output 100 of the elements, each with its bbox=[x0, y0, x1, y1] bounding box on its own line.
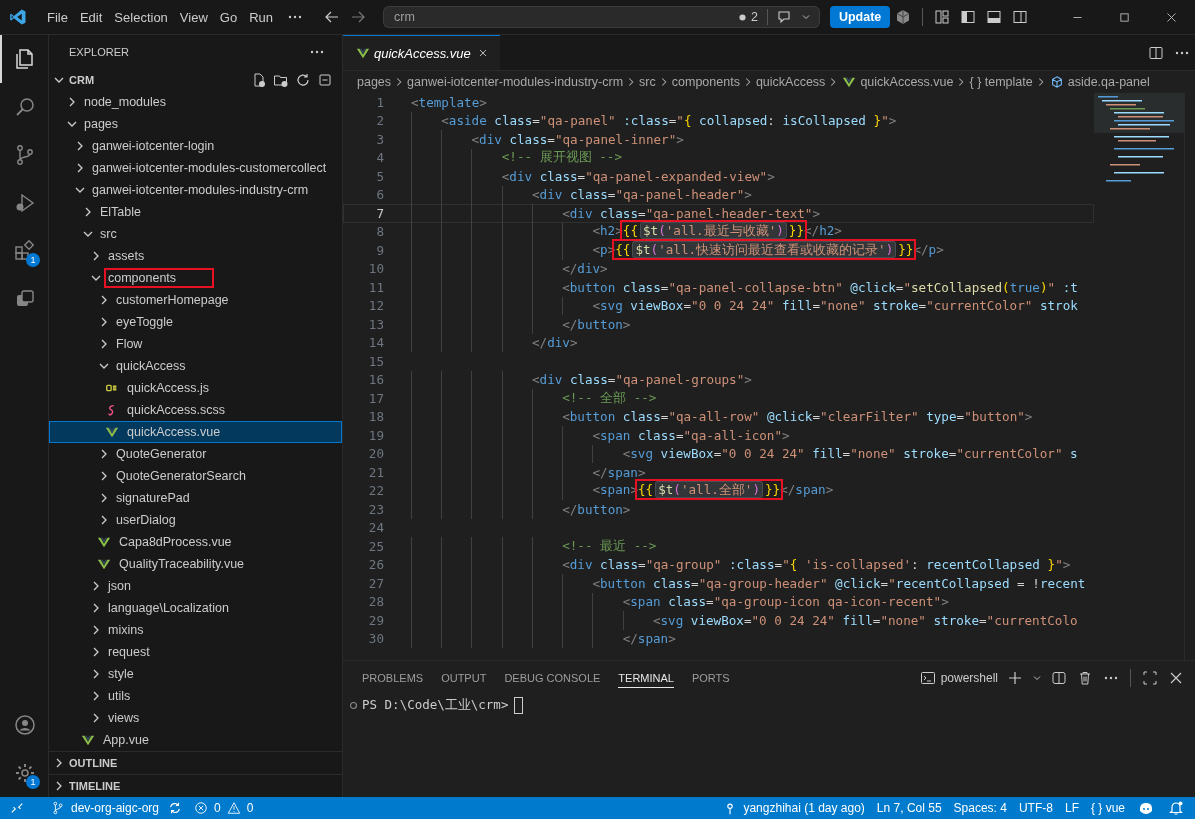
maximize-icon[interactable] bbox=[1118, 10, 1131, 24]
sync-icon[interactable] bbox=[168, 801, 183, 815]
tree-item[interactable]: eyeToggle bbox=[49, 311, 342, 333]
menu-item[interactable]: Selection bbox=[108, 6, 174, 28]
refresh-icon[interactable] bbox=[295, 72, 311, 88]
error-icon[interactable] bbox=[194, 801, 209, 815]
line-number: 14 bbox=[367, 335, 384, 351]
status-item[interactable]: { } vue bbox=[1084, 801, 1131, 815]
sidebar-toggle-icon[interactable] bbox=[960, 9, 977, 25]
terminal-name[interactable]: powershell bbox=[940, 671, 998, 685]
update-button[interactable]: Update bbox=[829, 6, 891, 28]
code-line: <div class="qa-group" :class="{ 'is-collapsed': recentCollapsed }"> bbox=[562, 557, 1071, 573]
tree-item[interactable]: language\Localization bbox=[49, 597, 342, 619]
remote-icon[interactable] bbox=[10, 801, 24, 815]
tree-item[interactable]: QuoteGenerator bbox=[49, 443, 342, 465]
status-item[interactable]: LF bbox=[1058, 801, 1085, 815]
tree-item[interactable]: quickAccess bbox=[49, 355, 342, 377]
layout-icon[interactable] bbox=[934, 9, 951, 25]
tree-item[interactable]: ganwei-iotcenter-modules-industry-crm bbox=[49, 179, 342, 201]
tree-item[interactable]: json bbox=[49, 575, 342, 597]
menu-item[interactable]: Edit bbox=[73, 6, 109, 28]
status-item[interactable]: UTF-8 bbox=[1012, 801, 1059, 815]
breadcrumb-item[interactable]: { } template bbox=[969, 75, 1033, 89]
command-center[interactable]: crm bbox=[383, 6, 735, 28]
changes-count[interactable]: 2 bbox=[751, 10, 758, 24]
tree-item[interactable]: App.vue bbox=[49, 729, 342, 751]
tree-item[interactable]: userDialog bbox=[49, 509, 342, 531]
copilot-icon[interactable] bbox=[1138, 800, 1154, 816]
close-icon[interactable] bbox=[1165, 10, 1178, 24]
error-count[interactable]: 0 bbox=[214, 801, 221, 815]
maximize-panel-icon[interactable] bbox=[1142, 670, 1158, 686]
panel-toggle-icon[interactable] bbox=[986, 9, 1003, 25]
tree-item[interactable]: Capa8dProcess.vue bbox=[49, 531, 342, 553]
tree-item[interactable]: views bbox=[49, 707, 342, 729]
activity-item[interactable]: 1 bbox=[0, 749, 48, 797]
panel-tab[interactable]: TERMINAL bbox=[618, 668, 674, 688]
tree-item[interactable]: ElTable bbox=[49, 201, 342, 223]
tree-item[interactable]: QualityTraceability.vue bbox=[49, 553, 342, 575]
branch-name[interactable]: dev-org-aigc-org bbox=[71, 801, 160, 815]
breadcrumb-item[interactable]: src bbox=[639, 75, 656, 89]
line-number: 16 bbox=[367, 372, 384, 388]
tree-item[interactable]: signaturePad bbox=[49, 487, 342, 509]
breadcrumb-item[interactable]: pages bbox=[357, 75, 392, 89]
split-editor-icon[interactable] bbox=[1148, 44, 1164, 61]
tree-item[interactable]: ganwei-iotcenter-login bbox=[49, 135, 342, 157]
menu-item[interactable]: File bbox=[41, 6, 74, 28]
tree-item[interactable]: style bbox=[49, 663, 342, 685]
tree-item[interactable]: quickAccess.vue bbox=[49, 421, 342, 443]
forward-arrow-icon[interactable] bbox=[350, 9, 366, 25]
tree-item[interactable]: ganwei-iotcenter-modules-customercollect bbox=[49, 157, 342, 179]
editor-tab[interactable]: quickAccess.vue bbox=[343, 35, 500, 70]
code-line: <div class="qa-panel-header-text"> bbox=[562, 205, 821, 221]
branch-icon[interactable] bbox=[51, 801, 65, 815]
trash-icon[interactable] bbox=[1077, 670, 1093, 686]
warning-count[interactable]: 0 bbox=[246, 801, 254, 815]
tree-item[interactable]: utils bbox=[49, 685, 342, 707]
bell-icon[interactable] bbox=[1168, 800, 1184, 816]
tree-item[interactable]: mixins bbox=[49, 619, 342, 641]
breadcrumb-item[interactable]: components bbox=[671, 75, 740, 89]
breadcrumb-item[interactable]: ganwei-iotcenter-modules-industry-crm bbox=[407, 75, 624, 89]
split-terminal-icon[interactable] bbox=[1051, 670, 1067, 686]
tree-item[interactable]: pages bbox=[49, 113, 342, 135]
git-blame-text[interactable]: yangzhihai (1 day ago) bbox=[743, 801, 865, 815]
panel-tab[interactable]: PROBLEMS bbox=[362, 668, 424, 688]
section-header[interactable]: OUTLINE bbox=[49, 751, 342, 774]
file-name: QualityTraceability.vue bbox=[118, 556, 246, 573]
panel-tab[interactable]: OUTPUT bbox=[441, 668, 487, 688]
tree-item[interactable]: customerHomepage bbox=[49, 289, 342, 311]
dot-icon bbox=[739, 13, 746, 21]
tree-item[interactable]: quickAccess.js bbox=[49, 377, 342, 399]
tree-item[interactable]: assets bbox=[49, 245, 342, 267]
collapse-all-icon[interactable] bbox=[317, 72, 333, 88]
status-item[interactable]: Ln 7, Col 55 bbox=[870, 801, 948, 815]
section-header[interactable]: CRM bbox=[49, 69, 342, 91]
breadcrumb-item[interactable]: aside.qa-panel bbox=[1067, 75, 1150, 89]
tree-item[interactable]: src bbox=[49, 223, 342, 245]
panel-tab[interactable]: PORTS bbox=[691, 668, 730, 688]
activity-item[interactable]: 1 bbox=[0, 227, 48, 275]
warning-icon[interactable] bbox=[226, 801, 241, 815]
cube-icon[interactable] bbox=[895, 9, 912, 25]
menu-item[interactable]: View bbox=[173, 6, 214, 28]
status-item[interactable]: Spaces: 4 bbox=[947, 801, 1013, 815]
menu-item[interactable]: Run bbox=[243, 6, 279, 28]
menu-item[interactable]: Go bbox=[213, 6, 244, 28]
chat-icon[interactable] bbox=[775, 9, 792, 25]
back-arrow-icon[interactable] bbox=[324, 9, 340, 25]
tree-item[interactable]: QuoteGeneratorSearch bbox=[49, 465, 342, 487]
panel-tab[interactable]: DEBUG CONSOLE bbox=[504, 668, 601, 688]
secondary-sidebar-icon[interactable] bbox=[1012, 9, 1029, 25]
breadcrumb-item[interactable]: quickAccess.vue bbox=[860, 75, 954, 89]
tree-item[interactable]: node_modules bbox=[49, 91, 342, 113]
plus-icon[interactable] bbox=[1007, 670, 1023, 686]
breadcrumb-item[interactable]: quickAccess bbox=[755, 75, 826, 89]
new-file-icon[interactable] bbox=[251, 72, 267, 88]
close-icon[interactable] bbox=[1168, 670, 1184, 686]
tree-item[interactable]: quickAccess.scss bbox=[49, 399, 342, 421]
tree-item[interactable]: components bbox=[49, 267, 342, 289]
tree-item[interactable]: request bbox=[49, 641, 342, 663]
new-folder-icon[interactable] bbox=[273, 72, 289, 88]
tree-item[interactable]: Flow bbox=[49, 333, 342, 355]
